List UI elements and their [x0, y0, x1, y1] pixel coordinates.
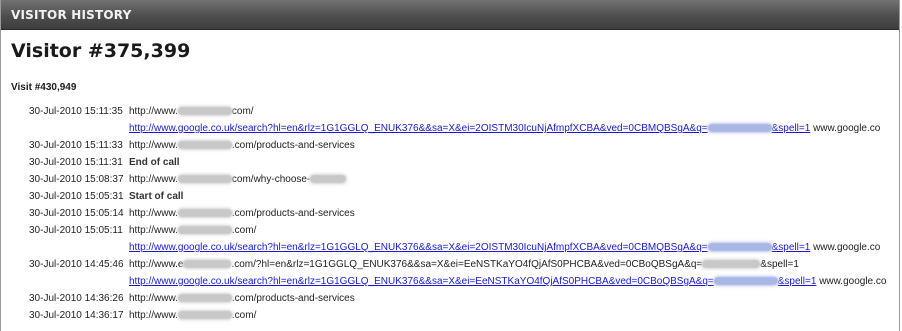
url-suffix: .com/products-and-services [231, 208, 355, 219]
log-row: 30-Jul-2010 14:36:17 http://www. .com/ [0, 308, 900, 325]
log-timestamp: 30-Jul-2010 15:05:31 [29, 191, 124, 202]
log-timestamp: 30-Jul-2010 15:11:35 [29, 106, 123, 117]
call-event-label: End of call [129, 157, 180, 168]
log-referrer: http://www.google.co.uk/search?hl=en&rlz… [129, 123, 880, 134]
url-suffix: .com/?hl=en&rlz=1G1GGLQ_ENUK376&&sa=X&ei… [231, 259, 703, 270]
redacted-query [707, 124, 772, 132]
referrer-row: http://www.google.co.uk/search?hl=en&rlz… [0, 274, 900, 291]
log-referrer: http://www.google.co.uk/search?hl=en&rlz… [129, 242, 880, 253]
url-prefix: http://www. [129, 293, 178, 304]
redacted-domain [177, 107, 232, 115]
url-prefix: http://www. [129, 140, 178, 151]
log-url: http://www.e .com/?hl=en&rlz=1G1GGLQ_ENUK… [129, 259, 799, 270]
redacted-query [713, 277, 778, 285]
log-url: http://www. com/why-choose- [129, 174, 347, 185]
window-titlebar: VISITOR HISTORY [1, 0, 899, 30]
log-row: 30-Jul-2010 15:11:35 http://www. com/ [0, 104, 900, 121]
log-row: 30-Jul-2010 14:45:46 http://www.e .com/?h… [0, 257, 900, 274]
log-timestamp: 30-Jul-2010 15:11:33 [29, 140, 123, 151]
redacted-domain [177, 141, 232, 149]
log-timestamp: 30-Jul-2010 15:08:37 [29, 174, 124, 185]
log-timestamp: 30-Jul-2010 14:45:46 [29, 259, 124, 270]
redacted-domain [177, 175, 232, 183]
redacted-query [707, 243, 772, 251]
url-suffix: .com/ [231, 310, 257, 321]
referrer-tail: www.google.co [819, 276, 887, 287]
referrer-tail: www.google.co [813, 242, 881, 253]
visit-log: 30-Jul-2010 15:11:35 http://www. com/ htt… [0, 104, 900, 325]
log-url: http://www. com/ [129, 106, 254, 117]
referrer-url-suffix: &spell=1 [771, 123, 811, 134]
referrer-row: http://www.google.co.uk/search?hl=en&rlz… [0, 121, 900, 138]
log-timestamp: 30-Jul-2010 15:05:11 [29, 225, 123, 236]
window-title: VISITOR HISTORY [11, 8, 132, 22]
log-referrer: http://www.google.co.uk/search?hl=en&rlz… [129, 276, 886, 287]
referrer-row: http://www.google.co.uk/search?hl=en&rlz… [0, 240, 900, 257]
redacted-domain [183, 260, 232, 268]
log-row: 30-Jul-2010 15:05:11 http://www. .com/ [0, 223, 900, 240]
log-url: http://www. .com/ [129, 225, 256, 236]
url-suffix: com/why-choose- [231, 174, 311, 185]
redacted-domain [177, 311, 232, 319]
log-row: 30-Jul-2010 15:05:14 http://www. .com/pro… [0, 206, 900, 223]
log-row: 30-Jul-2010 15:05:31 Start of call [0, 189, 900, 206]
log-row: 30-Jul-2010 15:11:33 http://www. .com/pro… [0, 138, 900, 155]
url-prefix: http://www. [129, 310, 178, 321]
log-url: http://www. .com/products-and-services [129, 140, 355, 151]
url-prefix: http://www.e [129, 259, 184, 270]
log-url: http://www. .com/products-and-services [129, 293, 355, 304]
log-row: 30-Jul-2010 15:11:31 End of call [0, 155, 900, 172]
redacted-domain [177, 209, 232, 217]
call-event-label: Start of call [129, 191, 184, 202]
referrer-link[interactable]: http://www.google.co.uk/search?hl=en&rlz… [129, 276, 816, 287]
referrer-url-prefix: http://www.google.co.uk/search?hl=en&rlz… [129, 276, 714, 287]
log-timestamp: 30-Jul-2010 14:36:17 [29, 310, 124, 321]
referrer-url-prefix: http://www.google.co.uk/search?hl=en&rlz… [129, 242, 708, 253]
log-url: http://www. .com/ [129, 310, 256, 321]
redacted-query [702, 260, 761, 268]
referrer-url-suffix: &spell=1 [771, 242, 811, 253]
url-suffix: .com/products-and-services [231, 140, 355, 151]
redacted-domain [177, 226, 232, 234]
referrer-link[interactable]: http://www.google.co.uk/search?hl=en&rlz… [129, 242, 810, 253]
referrer-url-suffix: &spell=1 [777, 276, 817, 287]
url-suffix: .com/products-and-services [231, 293, 355, 304]
redacted-domain [177, 294, 232, 302]
redacted-brand [310, 175, 347, 183]
referrer-tail: www.google.co [813, 123, 881, 134]
url-prefix: http://www. [129, 106, 178, 117]
visitor-title: Visitor #375,399 [11, 40, 191, 62]
referrer-link[interactable]: http://www.google.co.uk/search?hl=en&rlz… [129, 123, 810, 134]
url-suffix: com/ [231, 106, 254, 117]
url-prefix: http://www. [129, 208, 178, 219]
url-prefix: http://www. [129, 225, 178, 236]
log-url: http://www. .com/products-and-services [129, 208, 355, 219]
url-prefix: http://www. [129, 174, 178, 185]
log-row: 30-Jul-2010 14:36:26 http://www. .com/pro… [0, 291, 900, 308]
visit-id: Visit #430,949 [11, 82, 77, 93]
log-timestamp: 30-Jul-2010 15:11:31 [29, 157, 123, 168]
url-suffix-2: &spell=1 [760, 259, 799, 270]
referrer-url-prefix: http://www.google.co.uk/search?hl=en&rlz… [129, 123, 708, 134]
log-timestamp: 30-Jul-2010 15:05:14 [29, 208, 124, 219]
log-timestamp: 30-Jul-2010 14:36:26 [29, 293, 124, 304]
url-suffix: .com/ [231, 225, 257, 236]
log-row: 30-Jul-2010 15:08:37 http://www. com/why-… [0, 172, 900, 189]
